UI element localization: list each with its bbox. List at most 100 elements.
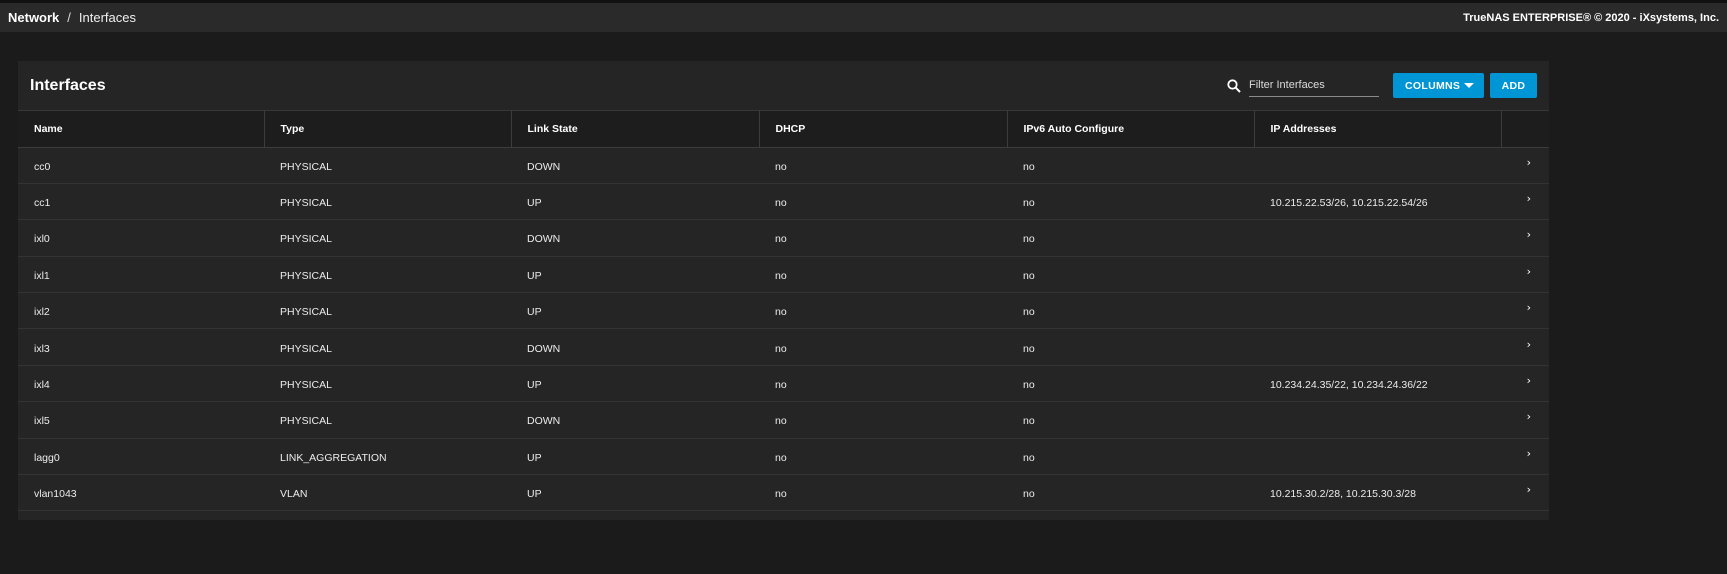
card-header: Interfaces COLUMNS ADD [18, 61, 1549, 111]
cell-ipv6: no [1023, 379, 1035, 392]
cell-dhcp: no [775, 415, 787, 428]
cell-link-state: UP [527, 197, 542, 210]
add-button[interactable]: ADD [1490, 73, 1537, 98]
cell-ip-addresses [1254, 293, 1501, 329]
table-row[interactable]: ixl4 PHYSICAL UP no no 10.234.24.35/22, … [18, 365, 1549, 402]
cell-name: ixl5 [34, 415, 50, 428]
cell-ip-addresses [1254, 147, 1501, 183]
cell-link-state: DOWN [527, 342, 561, 355]
cell-name: lagg0 [34, 451, 60, 464]
chevron-right-icon[interactable]: › [1527, 447, 1531, 460]
caret-down-icon [1464, 83, 1474, 88]
cell-name: ixl0 [34, 233, 50, 246]
cell-expand: › [1501, 365, 1549, 401]
interfaces-table: Name Type Link State DHCP IPv6 Auto Conf… [18, 111, 1549, 511]
filter-interfaces-input[interactable] [1249, 74, 1379, 97]
table-row[interactable]: ixl0 PHYSICAL DOWN no no › [18, 220, 1549, 257]
cell-link-state: DOWN [527, 160, 561, 173]
table-row[interactable]: vlan1043 VLAN UP no no 10.215.30.2/28, 1… [18, 475, 1549, 511]
table-row[interactable]: ixl1 PHYSICAL UP no no › [18, 256, 1549, 293]
header-tools: COLUMNS ADD [1227, 73, 1537, 98]
page-title: Interfaces [30, 76, 106, 94]
breadcrumb-network[interactable]: Network [8, 10, 59, 25]
cell-link-state: UP [527, 488, 542, 501]
cell-ipv6: no [1023, 269, 1035, 282]
column-header-type[interactable]: Type [264, 111, 512, 148]
chevron-right-icon[interactable]: › [1527, 156, 1531, 169]
cell-ip-addresses [1254, 438, 1501, 474]
cell-name: vlan1043 [34, 488, 77, 501]
cell-name: ixl3 [34, 342, 50, 355]
cell-link-state: UP [527, 451, 542, 464]
cell-ipv6: no [1023, 488, 1035, 501]
cell-name: ixl2 [34, 306, 50, 319]
top-bar: Network / Interfaces TrueNAS ENTERPRISE®… [0, 0, 1727, 32]
chevron-right-icon[interactable]: › [1527, 374, 1531, 387]
column-header-dhcp[interactable]: DHCP [759, 111, 1008, 148]
table-row[interactable]: cc0 PHYSICAL DOWN no no › [18, 147, 1549, 184]
chevron-right-icon[interactable]: › [1527, 228, 1531, 241]
chevron-right-icon[interactable]: › [1527, 265, 1531, 278]
cell-ip-addresses [1254, 220, 1501, 256]
search-icon [1227, 78, 1241, 93]
columns-button[interactable]: COLUMNS [1393, 73, 1484, 98]
cell-type: PHYSICAL [280, 233, 332, 246]
breadcrumb-separator: / [67, 10, 71, 25]
cell-link-state: UP [527, 269, 542, 282]
cell-ip-addresses [1254, 256, 1501, 292]
table-row[interactable]: cc1 PHYSICAL UP no no 10.215.22.53/26, 1… [18, 183, 1549, 220]
column-header-name[interactable]: Name [18, 111, 265, 148]
cell-ip-addresses: 10.234.24.35/22, 10.234.24.36/22 [1270, 379, 1428, 392]
cell-link-state: DOWN [527, 233, 561, 246]
cell-ip-addresses: 10.215.30.2/28, 10.215.30.3/28 [1270, 488, 1416, 501]
column-header-link-state[interactable]: Link State [511, 111, 760, 148]
chevron-right-icon[interactable]: › [1527, 338, 1531, 351]
cell-ipv6: no [1023, 233, 1035, 246]
cell-expand: › [1501, 329, 1549, 365]
chevron-right-icon[interactable]: › [1527, 192, 1531, 205]
chevron-right-icon[interactable]: › [1527, 483, 1531, 496]
cell-expand: › [1501, 293, 1549, 329]
table-row[interactable]: ixl5 PHYSICAL DOWN no no › [18, 402, 1549, 439]
cell-name: ixl4 [34, 379, 50, 392]
cell-ip-addresses [1254, 329, 1501, 365]
cell-type: PHYSICAL [280, 269, 332, 282]
cell-ip-addresses: 10.215.22.53/26, 10.215.22.54/26 [1270, 197, 1428, 210]
cell-expand: › [1501, 220, 1549, 256]
cell-dhcp: no [775, 269, 787, 282]
cell-name: ixl1 [34, 269, 50, 282]
cell-expand: › [1501, 402, 1549, 438]
table-body: cc0 PHYSICAL DOWN no no › cc1 PHYSICAL U… [18, 147, 1549, 511]
cell-ipv6: no [1023, 451, 1035, 464]
breadcrumb: Network / Interfaces [8, 10, 136, 25]
table-row[interactable]: lagg0 LINK_AGGREGATION UP no no › [18, 438, 1549, 475]
copyright-notice: TrueNAS ENTERPRISE® © 2020 - iXsystems, … [1463, 11, 1719, 24]
cell-dhcp: no [775, 488, 787, 501]
cell-ipv6: no [1023, 197, 1035, 210]
cell-expand: › [1501, 475, 1549, 511]
cell-dhcp: no [775, 160, 787, 173]
cell-ip-addresses [1254, 402, 1501, 438]
cell-dhcp: no [775, 451, 787, 464]
table-row[interactable]: ixl2 PHYSICAL UP no no › [18, 293, 1549, 329]
column-header-ipv6-auto-configure[interactable]: IPv6 Auto Configure [1007, 111, 1255, 148]
column-header-actions [1501, 111, 1549, 148]
cell-type: LINK_AGGREGATION [280, 451, 387, 464]
cell-dhcp: no [775, 233, 787, 246]
breadcrumb-interfaces: Interfaces [78, 10, 137, 25]
filter-box [1227, 74, 1379, 97]
cell-name: cc0 [34, 160, 51, 173]
table-row[interactable]: ixl3 PHYSICAL DOWN no no › [18, 329, 1549, 366]
chevron-right-icon[interactable]: › [1527, 410, 1531, 423]
cell-type: PHYSICAL [280, 160, 332, 173]
cell-type: PHYSICAL [280, 415, 332, 428]
column-header-ip-addresses[interactable]: IP Addresses [1254, 111, 1502, 148]
cell-ipv6: no [1023, 306, 1035, 319]
cell-type: PHYSICAL [280, 342, 332, 355]
cell-name: cc1 [34, 197, 51, 210]
cell-type: VLAN [280, 488, 308, 501]
cell-expand: › [1501, 438, 1549, 474]
cell-ipv6: no [1023, 415, 1035, 428]
chevron-right-icon[interactable]: › [1527, 301, 1531, 314]
cell-expand: › [1501, 256, 1549, 292]
